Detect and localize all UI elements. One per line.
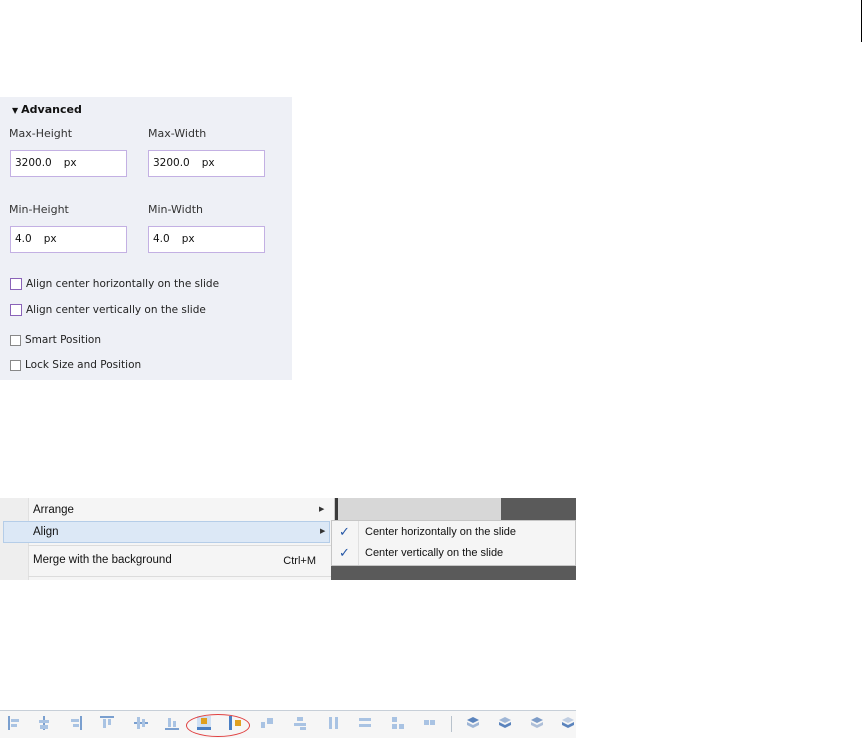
bring-forward-icon[interactable] xyxy=(498,716,512,730)
lock-size-checkbox-row[interactable]: Lock Size and Position xyxy=(10,358,141,372)
background-strip-dark-lower xyxy=(331,566,576,580)
submenu-item-center-vertically[interactable]: ✓ Center vertically on the slide xyxy=(332,543,575,564)
lock-size-label: Lock Size and Position xyxy=(25,359,142,371)
smart-position-checkbox[interactable] xyxy=(10,334,21,346)
distribute-vertical-icon[interactable] xyxy=(294,716,308,730)
align-horizontal-checkbox[interactable] xyxy=(10,278,22,290)
menu-item-merge-background[interactable]: Merge with the background Ctrl+M xyxy=(28,550,328,572)
align-vertical-label: Align center vertically on the slide xyxy=(26,304,206,316)
bring-to-front-icon[interactable] xyxy=(466,716,480,730)
align-submenu: ✓ Center horizontally on the slide ✓ Cen… xyxy=(331,520,576,566)
position-icon[interactable] xyxy=(423,716,437,730)
menu-item-arrange-label: Arrange xyxy=(33,504,74,516)
same-height-icon[interactable] xyxy=(359,716,373,730)
min-width-value: 4.0 xyxy=(153,233,170,245)
align-top-icon[interactable] xyxy=(100,716,114,730)
distribute-horizontal-icon[interactable] xyxy=(261,716,275,730)
submenu-arrow-icon: ▶ xyxy=(320,528,326,535)
menu-item-align[interactable]: Align ▶ xyxy=(3,521,330,543)
background-strip-light xyxy=(335,498,501,520)
menu-item-align-label: Align xyxy=(33,526,59,538)
max-height-label: Max-Height xyxy=(9,127,73,140)
advanced-panel: ▼ Advanced Max-Height Max-Width 3200.0 px … xyxy=(0,97,292,380)
window-edge-line xyxy=(861,0,862,42)
max-height-field[interactable]: 3200.0 px xyxy=(10,150,127,177)
menu-separator xyxy=(28,545,333,546)
align-right-icon[interactable] xyxy=(68,716,82,730)
max-width-value: 3200.0 xyxy=(153,157,190,169)
advanced-title: Advanced xyxy=(21,103,82,116)
max-width-label: Max-Width xyxy=(148,127,207,140)
align-middle-icon[interactable] xyxy=(134,716,148,730)
lock-size-checkbox[interactable] xyxy=(10,359,21,371)
align-horizontal-label: Align center horizontally on the slide xyxy=(26,278,220,290)
menu-item-merge-shortcut: Ctrl+M xyxy=(283,555,316,567)
align-vertical-checkbox-row[interactable]: Align center vertically on the slide xyxy=(10,303,206,317)
smart-position-checkbox-row[interactable]: Smart Position xyxy=(10,333,101,347)
min-width-unit: px xyxy=(181,233,195,245)
max-height-unit: px xyxy=(63,157,77,169)
submenu-arrow-icon: ▶ xyxy=(319,506,325,513)
submenu-item-center-horizontally[interactable]: ✓ Center horizontally on the slide xyxy=(332,522,575,543)
same-width-icon[interactable] xyxy=(327,716,341,730)
align-bottom-icon[interactable] xyxy=(165,716,179,730)
min-width-label: Min-Width xyxy=(148,203,203,216)
min-height-field[interactable]: 4.0 px xyxy=(10,226,127,253)
collapse-triangle-icon[interactable]: ▼ xyxy=(12,106,18,115)
send-to-back-icon[interactable] xyxy=(561,716,575,730)
min-height-label: Min-Height xyxy=(9,203,69,216)
toolbar-separator xyxy=(451,716,452,732)
context-menu: Arrange ▶ Align ▶ Merge with the backgro… xyxy=(0,498,335,580)
min-width-field[interactable]: 4.0 px xyxy=(148,226,265,253)
submenu-item-center-horizontally-label: Center horizontally on the slide xyxy=(365,526,517,538)
smart-position-label: Smart Position xyxy=(25,334,101,346)
max-height-value: 3200.0 xyxy=(15,157,52,169)
highlight-ellipse xyxy=(186,714,250,737)
align-center-icon[interactable] xyxy=(37,716,51,730)
advanced-section-header[interactable]: ▼ Advanced xyxy=(12,103,82,116)
alignment-toolbar xyxy=(0,710,576,738)
max-width-unit: px xyxy=(201,157,215,169)
min-height-value: 4.0 xyxy=(15,233,32,245)
min-height-unit: px xyxy=(43,233,57,245)
max-width-field[interactable]: 3200.0 px xyxy=(148,150,265,177)
submenu-item-center-vertically-label: Center vertically on the slide xyxy=(365,547,504,559)
align-vertical-checkbox[interactable] xyxy=(10,304,22,316)
checkmark-icon: ✓ xyxy=(339,524,350,539)
checkmark-icon: ✓ xyxy=(339,545,350,560)
menu-separator xyxy=(28,576,333,577)
menu-item-arrange[interactable]: Arrange ▶ xyxy=(28,500,328,522)
menu-item-merge-label: Merge with the background xyxy=(33,554,172,566)
align-left-icon[interactable] xyxy=(8,716,22,730)
send-backward-icon[interactable] xyxy=(530,716,544,730)
same-size-icon[interactable] xyxy=(391,716,405,730)
align-horizontal-checkbox-row[interactable]: Align center horizontally on the slide xyxy=(10,277,219,291)
